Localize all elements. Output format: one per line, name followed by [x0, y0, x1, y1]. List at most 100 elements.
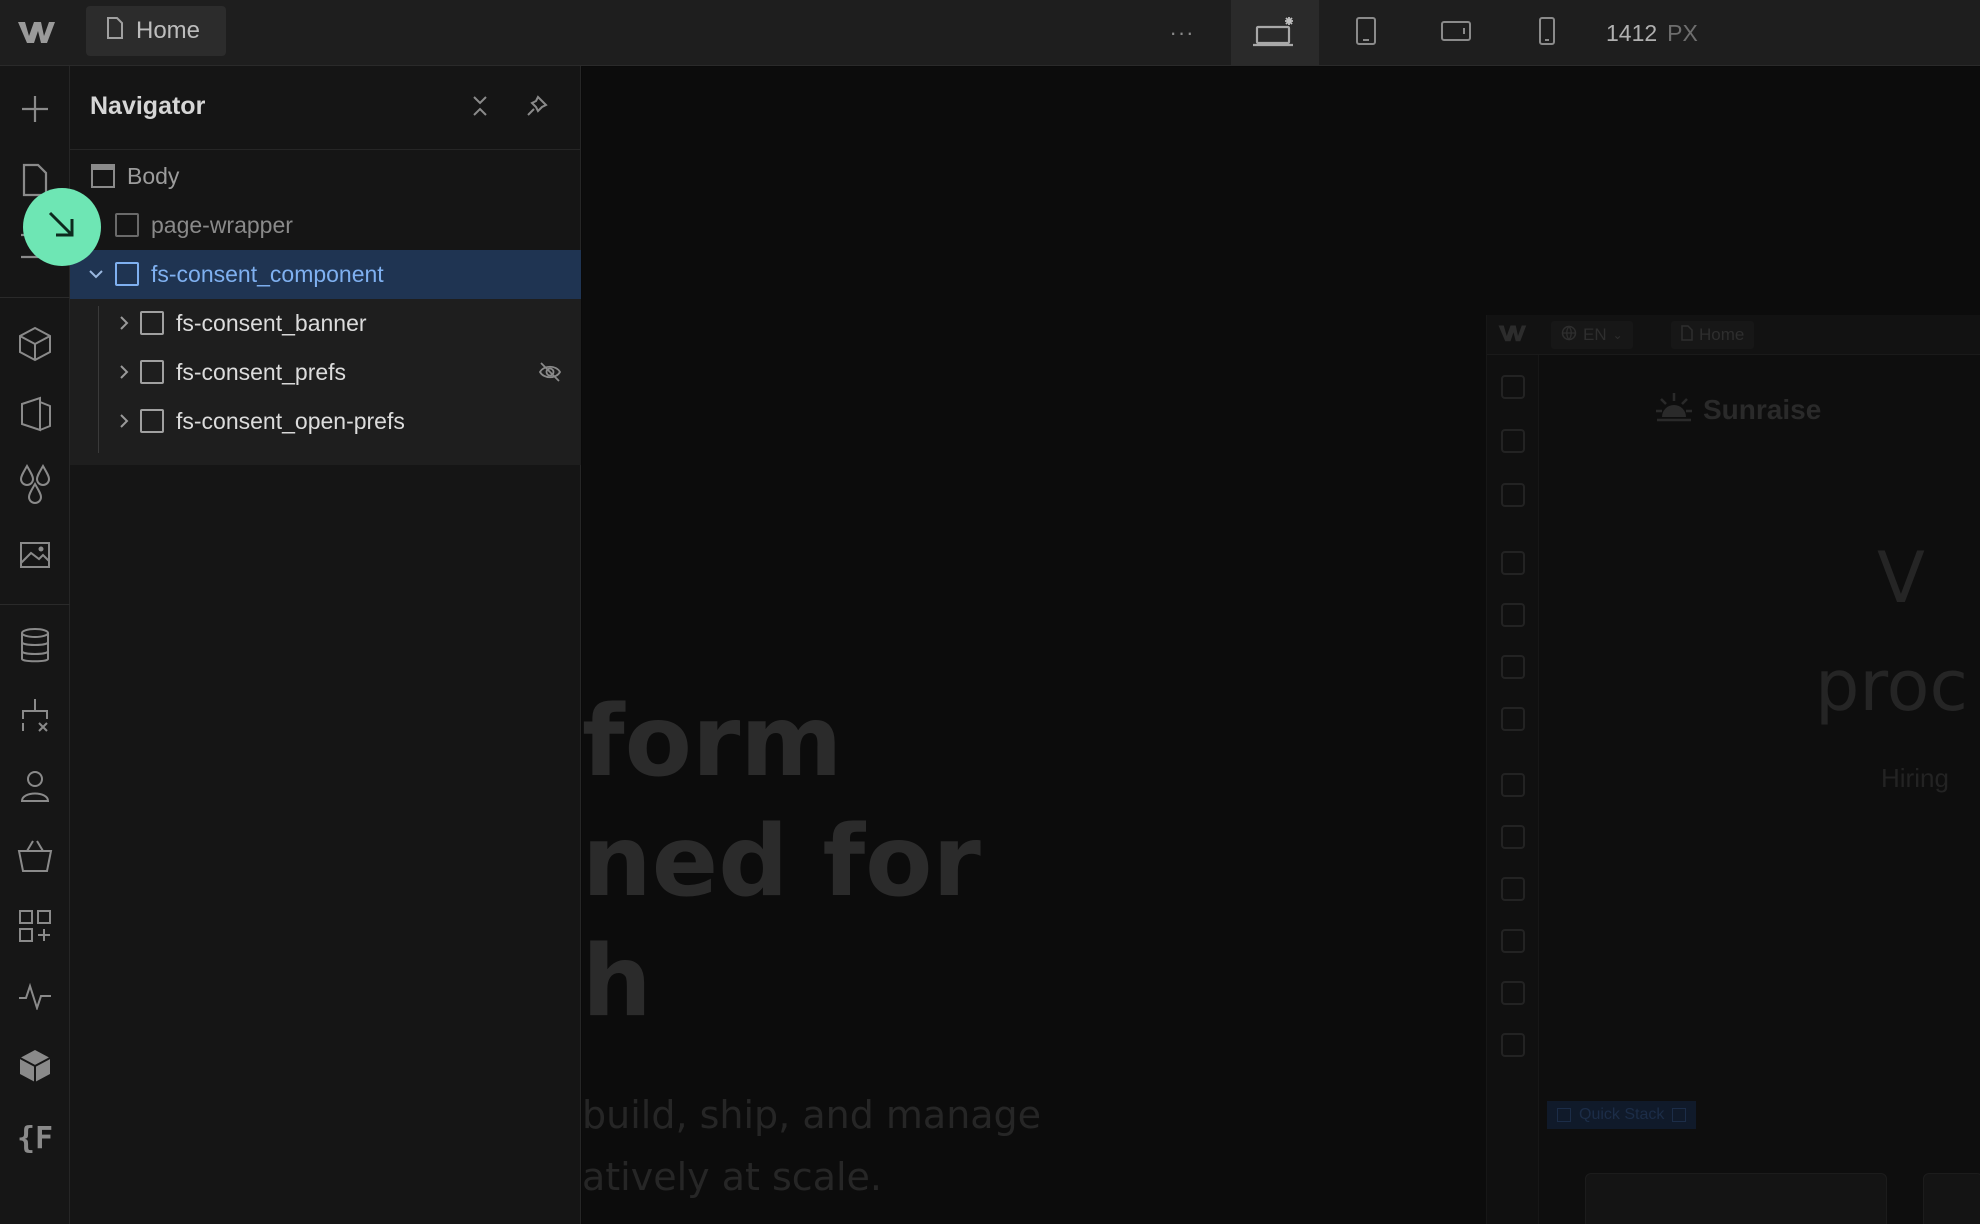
users-icon	[19, 769, 51, 808]
div-block-icon	[1557, 1108, 1571, 1122]
preview-webflow-logo-icon	[1497, 323, 1527, 349]
chevron-down-icon[interactable]	[88, 266, 104, 282]
logic-icon	[17, 697, 53, 740]
desktop-star-icon	[1253, 15, 1297, 52]
users-button[interactable]	[0, 758, 70, 818]
preview-rail-icon	[1501, 707, 1525, 731]
body-icon	[91, 164, 115, 194]
ecommerce-button[interactable]	[0, 828, 70, 888]
variables-icon	[18, 396, 52, 437]
page-selector[interactable]: Home	[86, 6, 226, 56]
breakpoint-desktop-button[interactable]	[1231, 0, 1319, 66]
styles-icon	[18, 463, 52, 509]
preview-locale-chip: EN ⌄	[1551, 321, 1633, 349]
tree-item-fs-consent-component[interactable]: fs-consent_component	[70, 250, 581, 299]
tree-item-label: fs-consent_open-prefs	[176, 408, 405, 434]
preview-page-label: Home	[1699, 325, 1745, 344]
preview-rail-icon	[1501, 773, 1525, 797]
hero-heading-line: ned for	[582, 805, 981, 919]
div-block-icon	[140, 311, 164, 335]
preview-rail-icon	[1501, 825, 1525, 849]
preview-subheading-fragment: Hiring	[1881, 763, 1949, 793]
breakpoint-tablet-button[interactable]	[1322, 0, 1410, 66]
pin-panel-button[interactable]	[519, 90, 555, 126]
chevron-down-icon: ⌄	[1612, 328, 1623, 342]
hidden-eye-slash-icon[interactable]	[538, 361, 562, 389]
apps-button[interactable]	[0, 898, 70, 958]
preview-rail-icon	[1501, 429, 1525, 453]
hero-subtitle[interactable]: build, ship, and manage atively at scale…	[582, 1084, 1041, 1208]
add-icon	[19, 93, 51, 130]
audit-button[interactable]	[0, 968, 70, 1028]
page-icon	[1681, 324, 1693, 346]
collapse-all-button[interactable]	[462, 90, 498, 126]
tree-item-fs-consent-banner[interactable]: fs-consent_banner	[70, 299, 581, 348]
grid-icon	[1672, 1108, 1687, 1122]
quick-stack-label: Quick Stack	[1579, 1106, 1665, 1123]
logic-button[interactable]	[0, 688, 70, 748]
add-elements-button[interactable]	[0, 81, 70, 141]
tree-item-page-wrapper[interactable]: page-wrapper	[70, 201, 581, 250]
collapse-icon	[470, 95, 490, 122]
preview-rail-icon	[1501, 483, 1525, 507]
arrow-down-right-icon	[45, 208, 79, 247]
assets-button[interactable]	[0, 526, 70, 586]
preview-rail-icon	[1501, 877, 1525, 901]
hero-heading-line: h	[582, 925, 652, 1039]
code-icon: {F	[16, 1120, 54, 1156]
globe-icon	[1561, 325, 1577, 346]
more-options-button[interactable]: ···	[1140, 0, 1224, 66]
hero-subtitle-line: build, ship, and manage	[582, 1093, 1042, 1137]
preview-rail-icon	[1501, 929, 1525, 953]
breakpoint-mobile-landscape-button[interactable]	[1412, 0, 1500, 66]
preview-brand: Sunraise	[1655, 389, 1821, 430]
preview-left-rail	[1487, 355, 1539, 1224]
preview-rail-icon	[1501, 603, 1525, 627]
code-button[interactable]: {F	[0, 1108, 70, 1168]
preview-page-chip: Home	[1671, 321, 1755, 349]
chevron-right-icon[interactable]	[116, 315, 132, 331]
chevron-right-icon[interactable]	[116, 413, 132, 429]
div-block-icon	[140, 360, 164, 384]
div-block-icon	[115, 213, 139, 237]
cursor-highlight	[23, 188, 101, 266]
styles-button[interactable]	[0, 456, 70, 516]
tree-item-fs-consent-prefs[interactable]: fs-consent_prefs	[70, 348, 581, 397]
cms-button[interactable]	[0, 618, 70, 678]
navigator-header: Navigator	[70, 66, 581, 150]
apps-icon	[18, 909, 52, 948]
tree-item-body[interactable]: Body	[70, 152, 581, 201]
preview-rail-icon	[1501, 375, 1525, 399]
pin-icon	[526, 94, 548, 122]
webflow-logo-icon[interactable]	[14, 14, 58, 50]
variables-button[interactable]	[0, 386, 70, 446]
components-button[interactable]	[0, 316, 70, 376]
audit-icon	[17, 982, 53, 1015]
page-selector-label: Home	[136, 17, 201, 44]
navigator-panel: Navigator Body page-wrapper fs-consent_c…	[70, 66, 581, 1224]
hero-heading[interactable]: form ned for h	[582, 682, 981, 1042]
components-icon	[18, 326, 52, 367]
more-icon: ···	[1169, 20, 1195, 45]
tablet-icon	[1355, 16, 1377, 51]
top-bar: Home ··· 1412 PX	[0, 0, 1980, 66]
preview-brand-name: Sunraise	[1703, 393, 1822, 425]
preview-top-bar: EN ⌄ Home	[1487, 315, 1980, 355]
preview-heading-fragment: proc	[1815, 645, 1968, 727]
tree-item-fs-consent-open-prefs[interactable]: fs-consent_open-prefs	[70, 397, 581, 446]
mobile-portrait-icon	[1538, 16, 1556, 51]
ecommerce-icon	[17, 839, 53, 878]
breakpoint-mobile-portrait-button[interactable]	[1503, 0, 1591, 66]
cube-button[interactable]	[0, 1038, 70, 1098]
preview-rail-icon	[1501, 1033, 1525, 1057]
chevron-right-icon[interactable]	[116, 364, 132, 380]
preview-rail-icon	[1501, 981, 1525, 1005]
mobile-landscape-icon	[1440, 20, 1472, 47]
sun-icon	[1655, 389, 1693, 430]
canvas-width-readout[interactable]: 1412 PX	[1606, 0, 1698, 66]
design-canvas[interactable]: form ned for h build, ship, and manage a…	[582, 67, 1980, 1224]
preview-locale-label: EN	[1583, 325, 1607, 344]
preview-rail-icon	[1501, 655, 1525, 679]
div-block-icon	[140, 409, 164, 433]
preview-card	[1923, 1173, 1980, 1224]
